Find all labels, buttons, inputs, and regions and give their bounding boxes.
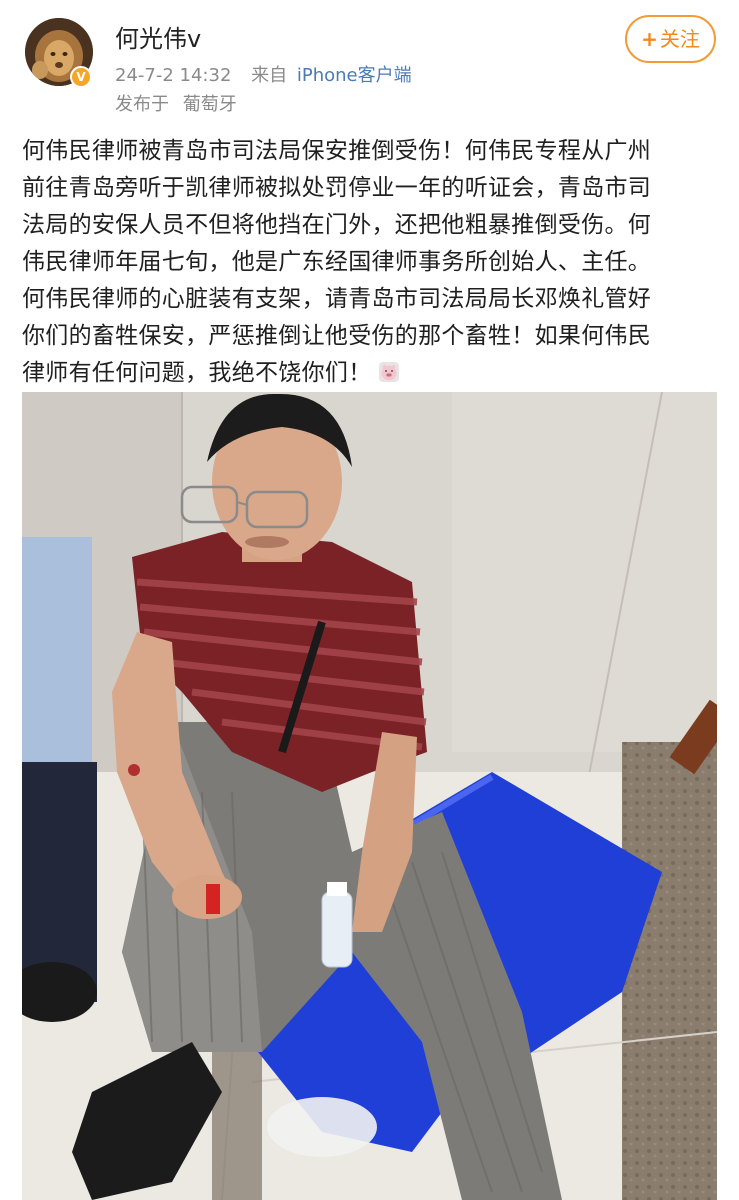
plus-icon: + [641,27,658,51]
follow-button[interactable]: + 关注 [625,15,716,63]
post-text-line: 伟民律师年届七旬，他是广东经国律师事务所创始人、主任。 [22,249,652,275]
post-meta: 24-7-2 14:32 来自 iPhone客户端 [115,63,412,89]
pig-face-icon [378,362,399,382]
location-name: 葡萄牙 [182,94,237,115]
source-prefix: 来自 [251,65,288,86]
source-client-link[interactable]: iPhone客户端 [297,65,412,86]
post-text-line: 你们的畜牲保安，严惩推倒让他受伤的那个畜牲！如果何伟民 [22,323,652,349]
post-text-line: 何伟民律师的心脏装有支架，请青岛市司法局局长邓焕礼管好 [22,286,652,312]
post-location: 发布于 葡萄牙 [115,92,237,118]
photo-injured-man-sitting [22,392,717,1200]
location-prefix: 发布于 [115,94,169,115]
post-photo[interactable] [22,392,717,1200]
post-header: V 何光伟v 24-7-2 14:32 来自 iPhone客户端 发布于 葡萄牙… [0,0,739,125]
post-text-last: 律师有任何问题，我绝不饶你们！ [22,360,372,386]
post-text: 何伟民律师被青岛市司法局保安推倒受伤！何伟民专程从广州 前往青岛旁听于凯律师被拟… [22,133,722,392]
post-text-line: 何伟民律师被青岛市司法局保安推倒受伤！何伟民专程从广州 [22,138,652,164]
post-text-line: 法局的安保人员不但将他挡在门外，还把他粗暴推倒受伤。何 [22,212,652,238]
post-time: 24-7-2 14:32 [115,65,232,86]
username[interactable]: 何光伟v [115,22,201,56]
post-text-line: 律师有任何问题，我绝不饶你们！ [22,355,722,392]
post-text-line: 前往青岛旁听于凯律师被拟处罚停业一年的听证会，青岛市司 [22,175,652,201]
follow-label: 关注 [659,27,700,51]
verified-badge-icon: V [70,66,92,88]
